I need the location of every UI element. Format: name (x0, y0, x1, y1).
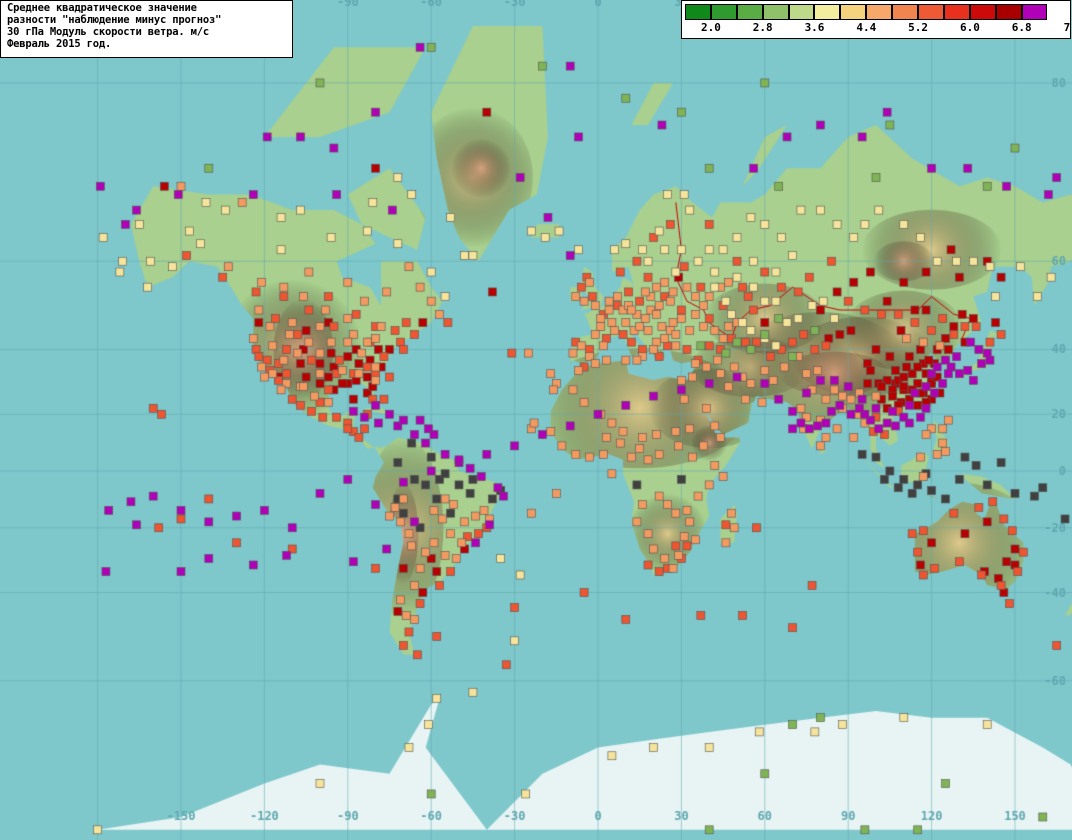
legend-swatch (736, 4, 763, 20)
legend-swatch (762, 4, 789, 20)
legend-swatch (866, 4, 893, 20)
map-title-box: Среднее квадратическое значение разности… (0, 0, 293, 58)
legend-swatch (969, 4, 996, 20)
color-legend: 2.0 2.8 3.6 4.4 5.2 6.0 6.8 7.6 (681, 0, 1072, 39)
legend-swatch (1021, 4, 1048, 20)
title-line-3: 30 гПа Модуль скорости ветра. м/с (7, 26, 210, 38)
legend-swatch (710, 4, 737, 20)
legend-swatch (840, 4, 867, 20)
legend-label: 6.8 (1011, 21, 1032, 34)
title-line-2: разности "наблюдение минус прогноз" (7, 14, 222, 26)
world-map (0, 0, 1072, 840)
title-line-4: Февраль 2015 год. (7, 38, 112, 50)
legend-labels: 2.0 2.8 3.6 4.4 5.2 6.0 6.8 7.6 (682, 21, 1072, 35)
legend-label: 7.6 (1063, 21, 1072, 34)
legend-swatch (685, 4, 711, 20)
legend-label: 6.0 (959, 21, 980, 34)
legend-swatch (892, 4, 919, 20)
legend-label: 2.8 (752, 21, 773, 34)
legend-swatches (685, 4, 1048, 20)
legend-swatch (995, 4, 1022, 20)
title-line-1: Среднее квадратическое значение (7, 2, 197, 14)
legend-swatch (814, 4, 841, 20)
legend-swatch (943, 4, 970, 20)
legend-label: 2.0 (700, 21, 721, 34)
legend-label: 4.4 (856, 21, 877, 34)
legend-label: 3.6 (804, 21, 825, 34)
legend-swatch (918, 4, 944, 20)
legend-label: 5.2 (908, 21, 929, 34)
legend-swatch (788, 4, 815, 20)
